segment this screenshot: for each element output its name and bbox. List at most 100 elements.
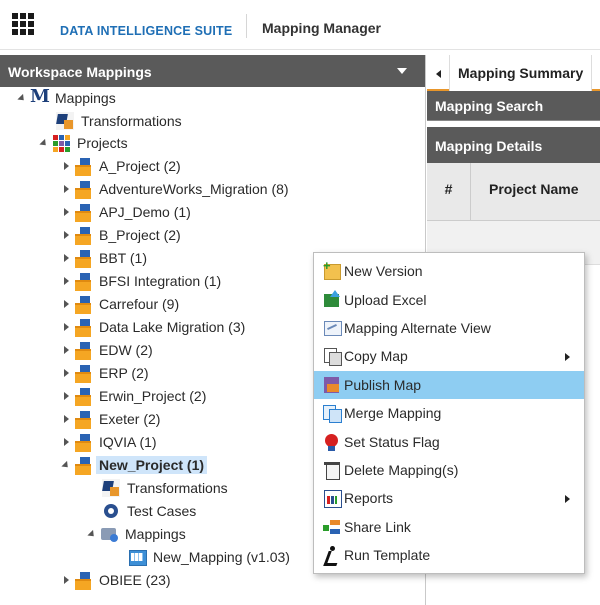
- expand-toggle-icon[interactable]: [58, 339, 74, 361]
- project-folder-icon: [74, 203, 92, 222]
- submenu-arrow-icon: [565, 495, 570, 504]
- project-folder-icon: [74, 364, 92, 383]
- tree-node-label: Transformations: [127, 480, 228, 496]
- expand-toggle-icon[interactable]: [58, 247, 74, 269]
- menu-item-label: Run Template: [344, 547, 431, 564]
- menu-item-label: Mapping Alternate View: [344, 319, 491, 336]
- tree-node-project[interactable]: OBIEE (23): [58, 569, 174, 591]
- tree-node-label: Projects: [77, 135, 128, 151]
- project-folder-icon: [74, 180, 92, 199]
- tree-node-label: Erwin_Project (2): [99, 388, 207, 404]
- mapping-icon: [128, 548, 147, 566]
- tree-node-mappings[interactable]: Mappings: [84, 523, 189, 545]
- menu-item-upload-excel[interactable]: Upload Excel: [314, 285, 584, 313]
- menu-item-copy-map[interactable]: Copy Map: [314, 342, 584, 370]
- details-grid-header: # Project Name: [427, 163, 600, 221]
- menu-item-label: Share Link: [344, 518, 411, 535]
- tree-node-project[interactable]: Data Lake Migration (3): [58, 316, 248, 338]
- copy-map-icon: [322, 346, 342, 367]
- tree-node-label: AdventureWorks_Migration (8): [99, 181, 289, 197]
- expand-toggle-icon[interactable]: [14, 87, 30, 109]
- project-folder-icon: [74, 249, 92, 268]
- workspace-panel-title: Workspace Mappings: [8, 64, 152, 80]
- expand-toggle-icon[interactable]: [58, 155, 74, 177]
- tree-node-project[interactable]: AdventureWorks_Migration (8): [58, 178, 292, 200]
- projects-icon: [52, 134, 70, 152]
- tree-node-transformations[interactable]: Transformations: [102, 477, 231, 499]
- tree-node-label: Exeter (2): [99, 411, 161, 427]
- mapping-search-header[interactable]: Mapping Search: [427, 91, 600, 121]
- tree-node-transformations[interactable]: Transformations: [56, 110, 185, 132]
- tree-node-label: EDW (2): [99, 342, 153, 358]
- column-header-project-name[interactable]: Project Name: [471, 163, 578, 220]
- tree-node-mapping[interactable]: New_Mapping (v1.03): [128, 546, 293, 568]
- app-launcher-icon[interactable]: [12, 13, 34, 35]
- project-folder-icon: [74, 226, 92, 245]
- expand-toggle-icon[interactable]: [58, 385, 74, 407]
- menu-item-publish-map[interactable]: Publish Map: [314, 370, 584, 399]
- tree-node-project[interactable]: BFSI Integration (1): [58, 270, 224, 292]
- menu-item-share-link[interactable]: Share Link: [314, 513, 584, 541]
- column-header-number[interactable]: #: [427, 163, 471, 220]
- project-folder-icon: [74, 456, 92, 475]
- expand-toggle-icon[interactable]: [58, 431, 74, 453]
- tree-node-project[interactable]: APJ_Demo (1): [58, 201, 194, 223]
- tree-node-label: Test Cases: [127, 503, 197, 519]
- expand-toggle-icon[interactable]: [58, 316, 74, 338]
- tree-node-mappings-root[interactable]: M Mappings: [14, 87, 119, 109]
- top-bar: DATA INTELLIGENCE SUITE Mapping Manager: [0, 0, 600, 50]
- module-title: Mapping Manager: [262, 20, 382, 36]
- tree-node-test-cases[interactable]: Test Cases: [102, 500, 199, 522]
- menu-item-merge-mapping[interactable]: Merge Mapping: [314, 399, 584, 427]
- tree-node-label: IQVIA (1): [99, 434, 157, 450]
- tree-node-project[interactable]: Exeter (2): [58, 408, 163, 430]
- menu-item-set-status-flag[interactable]: Set Status Flag: [314, 427, 584, 455]
- menu-item-run-template[interactable]: Run Template: [314, 541, 584, 569]
- expand-toggle-icon[interactable]: [58, 362, 74, 384]
- expand-toggle-icon[interactable]: [58, 178, 74, 200]
- project-folder-icon: [74, 318, 92, 337]
- menu-item-label: Merge Mapping: [344, 405, 442, 422]
- tree-node-project-selected[interactable]: New_Project (1): [58, 454, 208, 476]
- expand-toggle-icon[interactable]: [58, 293, 74, 315]
- reports-icon: [322, 488, 342, 509]
- expand-toggle-icon[interactable]: [58, 270, 74, 292]
- menu-item-label: Set Status Flag: [344, 433, 440, 450]
- tree-node-project[interactable]: ERP (2): [58, 362, 152, 384]
- menu-item-label: Publish Map: [344, 376, 422, 393]
- tree-node-project[interactable]: A_Project (2): [58, 155, 184, 177]
- expand-toggle-icon[interactable]: [58, 224, 74, 246]
- menu-item-new-version[interactable]: New Version: [314, 257, 584, 285]
- tree-node-label: Data Lake Migration (3): [99, 319, 246, 335]
- expand-toggle-icon[interactable]: [58, 569, 74, 591]
- workspace-panel-header[interactable]: Workspace Mappings: [0, 55, 425, 87]
- tab-mapping-summary[interactable]: Mapping Summary: [449, 55, 593, 91]
- tree-node-project[interactable]: EDW (2): [58, 339, 156, 361]
- tree-node-project[interactable]: BBT (1): [58, 247, 150, 269]
- project-folder-icon: [74, 341, 92, 360]
- menu-item-delete-mappings[interactable]: Delete Mapping(s): [314, 456, 584, 484]
- menu-item-reports[interactable]: Reports: [314, 484, 584, 512]
- tree-node-project[interactable]: Carrefour (9): [58, 293, 182, 315]
- menu-item-label: New Version: [344, 263, 423, 280]
- expand-toggle-icon[interactable]: [58, 201, 74, 223]
- menu-item-mapping-alternate-view[interactable]: Mapping Alternate View: [314, 314, 584, 342]
- app-title[interactable]: DATA INTELLIGENCE SUITE: [60, 24, 232, 38]
- upload-excel-icon: [322, 289, 342, 310]
- chevron-down-icon[interactable]: [397, 68, 407, 74]
- tree-node-label: Transformations: [81, 113, 182, 129]
- tree-node-projects[interactable]: Projects: [36, 132, 131, 154]
- tree-node-label: BFSI Integration (1): [99, 273, 222, 289]
- menu-item-label: Copy Map: [344, 348, 408, 365]
- mapping-details-header[interactable]: Mapping Details: [427, 127, 600, 163]
- delete-icon: [322, 460, 342, 480]
- tree-node-project[interactable]: IQVIA (1): [58, 431, 160, 453]
- tree-node-project[interactable]: Erwin_Project (2): [58, 385, 209, 407]
- chevron-left-icon[interactable]: [427, 63, 449, 85]
- expand-toggle-icon[interactable]: [36, 132, 52, 154]
- tree-node-label: Carrefour (9): [99, 296, 180, 312]
- expand-toggle-icon[interactable]: [58, 408, 74, 430]
- expand-toggle-icon[interactable]: [58, 454, 74, 476]
- expand-toggle-icon[interactable]: [84, 523, 100, 545]
- tree-node-project[interactable]: B_Project (2): [58, 224, 184, 246]
